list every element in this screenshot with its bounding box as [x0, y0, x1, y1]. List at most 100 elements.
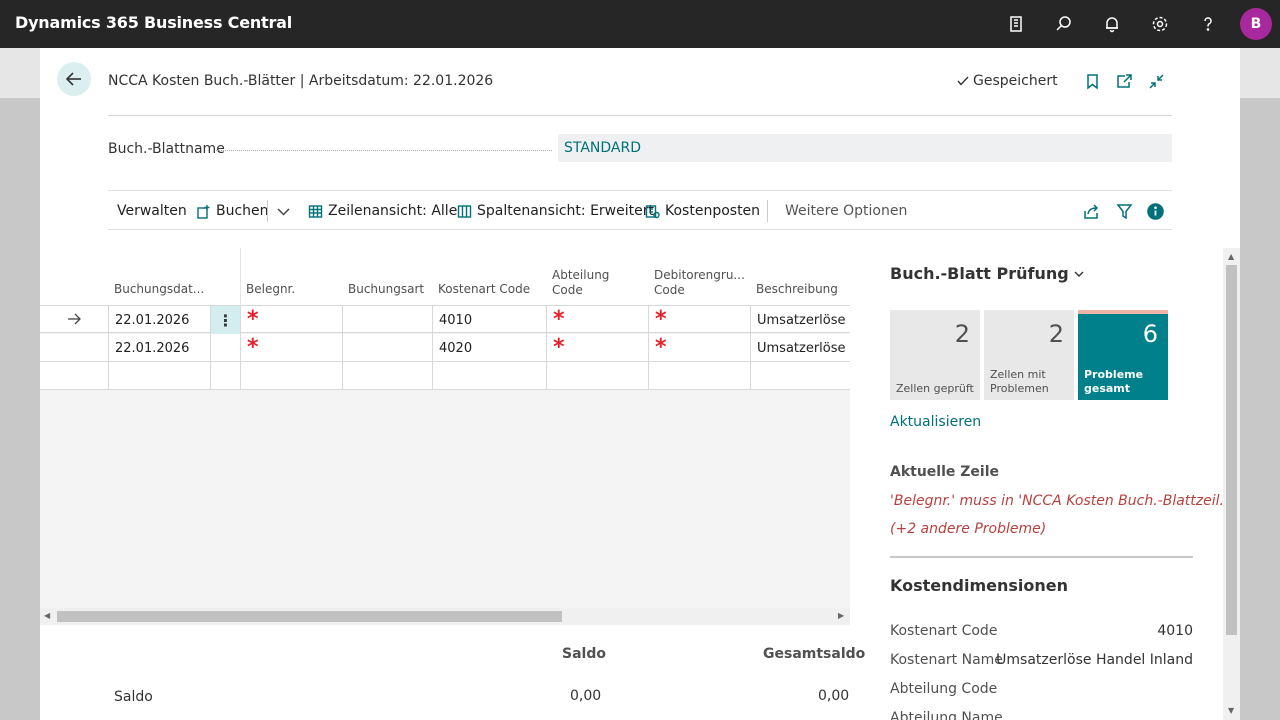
cell-description[interactable]	[750, 362, 850, 390]
col-description[interactable]: Beschreibung	[756, 282, 838, 297]
field-leader-dots	[216, 150, 552, 151]
filter-icon[interactable]	[1114, 201, 1134, 221]
saldo-row-label: Saldo	[114, 689, 153, 705]
cell-row-menu[interactable]	[210, 362, 240, 390]
columns-icon	[457, 204, 472, 218]
chevron-down-icon	[1074, 271, 1084, 277]
journal-name-label: Buch.-Blattname	[108, 141, 225, 157]
collapse-icon[interactable]	[1146, 71, 1166, 91]
totals-section: Saldo Gesamtsaldo Saldo 0,00 0,00	[40, 625, 865, 720]
open-new-window-icon[interactable]	[1114, 71, 1134, 91]
top-bar: Dynamics 365 Business Central B	[0, 0, 1280, 48]
vertical-scrollbar[interactable]: ▲ ▼	[1223, 248, 1240, 720]
share-icon[interactable]	[1081, 201, 1101, 221]
scroll-down-arrow-icon[interactable]: ▼	[1228, 706, 1234, 715]
dim-label: Kostenart Code	[890, 623, 998, 639]
row-view-button[interactable]: Zeilenansicht: Alle	[308, 203, 457, 219]
column-view-button[interactable]: Spaltenansicht: Erweitert	[457, 203, 654, 219]
col-cost-type-code[interactable]: Kostenart Code	[438, 282, 530, 297]
table-row[interactable]: 22.01.2026 * 4020 * * Umsatzerlöse Hande…	[40, 334, 850, 362]
more-options-button[interactable]: Weitere Optionen	[785, 203, 907, 219]
col-posting-type[interactable]: Buchungsart	[348, 282, 424, 297]
total-saldo-value: 0,00	[818, 688, 850, 704]
ledger-icon	[645, 204, 660, 218]
cell-posting-type[interactable]	[342, 334, 432, 362]
grid-header: Buchungsdat... Belegnr. Buchungsart Kost…	[40, 248, 850, 305]
manage-button[interactable]: Verwalten	[117, 203, 187, 219]
search-icon[interactable]	[1052, 12, 1076, 36]
refresh-link[interactable]: Aktualisieren	[890, 414, 981, 430]
chevron-down-icon[interactable]	[273, 201, 293, 221]
cell-customer-group-code[interactable]: *	[648, 334, 750, 362]
back-button[interactable]	[57, 62, 91, 96]
cell-posting-type[interactable]	[342, 306, 432, 334]
arrow-right-icon	[67, 312, 83, 328]
cell-posting-date[interactable]: 22.01.2026	[108, 334, 210, 362]
cell-document-no[interactable]: *	[240, 334, 342, 362]
cost-entries-button[interactable]: Kostenposten	[645, 203, 760, 219]
page-card: NCCA Kosten Buch.-Blätter | Arbeitsdatum…	[40, 48, 1240, 720]
cell-customer-group-code[interactable]: *	[648, 306, 750, 334]
factbox-title[interactable]: Buch.-Blatt Prüfung	[890, 264, 1085, 283]
scroll-right-arrow-icon[interactable]: ▶	[838, 611, 844, 620]
cell-department-code[interactable]: *	[546, 306, 648, 334]
company-icon[interactable]	[1004, 12, 1028, 36]
error-message[interactable]: 'Belegnr.' muss in 'NCCA Kosten Buch.-Bl…	[890, 493, 1233, 509]
saldo-value: 0,00	[570, 688, 602, 704]
separator	[767, 200, 768, 222]
cell-document-no[interactable]: *	[240, 306, 342, 334]
dim-label: Abteilung Code	[890, 681, 998, 697]
cell-document-no[interactable]	[240, 362, 342, 390]
dim-label: Abteilung Name	[890, 710, 1003, 720]
dim-value[interactable]: 4010	[1157, 623, 1193, 639]
table-row[interactable]: 22.01.2026 ⋮ * 4010 * * Umsatzerlöse Han…	[40, 305, 850, 334]
help-icon[interactable]	[1196, 12, 1220, 36]
cell-description[interactable]: Umsatzerlöse Handel Inland	[750, 334, 850, 362]
cell-description[interactable]: Umsatzerlöse Handel Inland	[750, 306, 850, 334]
more-problems-link[interactable]: (+2 andere Probleme)	[890, 521, 1046, 537]
col-document-no[interactable]: Belegnr.	[246, 282, 295, 297]
col-department-code[interactable]: Abteilung Code	[552, 268, 609, 298]
post-icon	[197, 204, 210, 219]
horizontal-scrollbar[interactable]: ◀ ▶	[40, 608, 850, 625]
col-customer-group-code[interactable]: Debitorengru... Code	[654, 268, 745, 298]
avatar[interactable]: B	[1240, 8, 1272, 40]
cell-customer-group-code[interactable]	[648, 362, 750, 390]
journal-name-field[interactable]: STANDARD	[558, 134, 1172, 162]
cell-cost-type-code[interactable]: 4020	[432, 334, 546, 362]
total-saldo-header: Gesamtsaldo	[763, 646, 866, 662]
table-icon	[308, 204, 323, 218]
app-title[interactable]: Dynamics 365 Business Central	[15, 13, 292, 32]
cell-posting-date[interactable]: 22.01.2026	[108, 306, 210, 334]
col-posting-date[interactable]: Buchungsdat...	[114, 282, 204, 297]
cell-cost-type-code[interactable]: 4010	[432, 306, 546, 334]
scroll-left-arrow-icon[interactable]: ◀	[44, 611, 50, 620]
saved-status: Gespeichert	[956, 73, 1058, 89]
scrollbar-thumb[interactable]	[57, 611, 562, 622]
page-title: NCCA Kosten Buch.-Blätter | Arbeitsdatum…	[108, 73, 494, 89]
cell-row-menu[interactable]	[210, 334, 240, 362]
dim-value[interactable]: Umsatzerlöse Handel Inland	[996, 652, 1193, 668]
cell-posting-type[interactable]	[342, 362, 432, 390]
cell-posting-date[interactable]	[108, 362, 210, 390]
gear-icon[interactable]	[1148, 12, 1172, 36]
bookmark-icon[interactable]	[1082, 71, 1102, 91]
cell-department-code[interactable]: *	[546, 334, 648, 362]
saved-label: Gespeichert	[973, 73, 1058, 89]
tile-total-problems[interactable]: 6 Probleme gesamt	[1078, 310, 1168, 400]
scrollbar-thumb[interactable]	[1226, 265, 1237, 635]
row-menu-icon[interactable]: ⋮	[210, 306, 240, 334]
bell-icon[interactable]	[1100, 12, 1124, 36]
action-bar: Verwalten Buchen Zeilenansicht: Alle Spa…	[108, 190, 1172, 230]
scroll-up-arrow-icon[interactable]: ▲	[1228, 252, 1234, 261]
post-button[interactable]: Buchen	[196, 203, 269, 219]
tile-cells-checked[interactable]: 2 Zellen geprüft	[890, 310, 980, 400]
info-icon[interactable]	[1145, 201, 1165, 221]
header-divider	[108, 115, 1172, 116]
cell-cost-type-code[interactable]	[432, 362, 546, 390]
tile-cells-with-problems[interactable]: 2 Zellen mit Problemen	[984, 310, 1074, 400]
factbox-divider	[890, 556, 1193, 558]
table-row-empty[interactable]	[40, 362, 850, 390]
cell-department-code[interactable]	[546, 362, 648, 390]
current-line-heading: Aktuelle Zeile	[890, 464, 1000, 480]
